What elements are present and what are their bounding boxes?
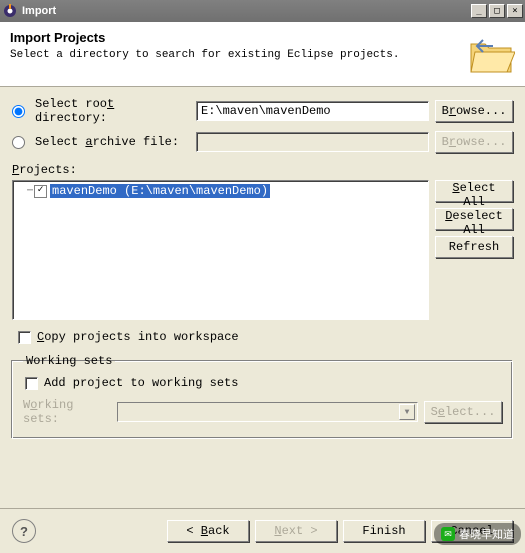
- working-sets-combo: ▼: [117, 402, 418, 422]
- select-working-sets-button: Select...: [424, 401, 502, 423]
- app-icon: [2, 3, 18, 19]
- working-sets-group: Working sets Add project to working sets…: [12, 354, 513, 439]
- browse-root-button[interactable]: Browse...: [435, 100, 513, 122]
- select-all-button[interactable]: Select All: [435, 180, 513, 202]
- root-directory-radio[interactable]: [12, 105, 25, 118]
- projects-tree[interactable]: ⋯ mavenDemo (E:\maven\mavenDemo): [12, 180, 429, 320]
- browse-archive-button: Browse...: [435, 131, 513, 153]
- chevron-down-icon: ▼: [399, 404, 415, 420]
- maximize-button[interactable]: □: [489, 4, 505, 18]
- archive-file-label: Select archive file:: [35, 135, 190, 149]
- help-button[interactable]: ?: [12, 519, 36, 543]
- working-sets-combo-label: Working sets:: [23, 398, 111, 426]
- add-working-set-label: Add project to working sets: [44, 376, 238, 390]
- working-sets-legend: Working sets: [23, 354, 115, 368]
- project-checkbox[interactable]: [34, 185, 47, 198]
- tree-expand-icon: ⋯: [27, 185, 32, 197]
- root-directory-input[interactable]: [196, 101, 429, 121]
- project-label[interactable]: mavenDemo (E:\maven\mavenDemo): [50, 184, 270, 198]
- finish-button[interactable]: Finish: [343, 520, 425, 542]
- window-title: Import: [22, 5, 469, 17]
- page-description: Select a directory to search for existin…: [10, 49, 457, 61]
- minimize-button[interactable]: _: [471, 4, 487, 18]
- copy-projects-checkbox[interactable]: [18, 331, 31, 344]
- cancel-button[interactable]: Cancel: [431, 520, 513, 542]
- wizard-footer: ? < Back Next > Finish Cancel: [0, 508, 525, 553]
- root-directory-label: Select root directory:: [35, 97, 190, 125]
- add-working-set-checkbox[interactable]: [25, 377, 38, 390]
- archive-file-input: [196, 132, 429, 152]
- copy-projects-label: Copy projects into workspace: [37, 330, 239, 344]
- wizard-header: Import Projects Select a directory to se…: [0, 22, 525, 87]
- archive-file-radio[interactable]: [12, 136, 25, 149]
- page-title: Import Projects: [10, 30, 457, 45]
- back-button[interactable]: < Back: [167, 520, 249, 542]
- next-button: Next >: [255, 520, 337, 542]
- projects-label: Projects:: [12, 163, 513, 177]
- title-bar: Import _ □ ×: [0, 0, 525, 22]
- refresh-button[interactable]: Refresh: [435, 236, 513, 258]
- close-button[interactable]: ×: [507, 4, 523, 18]
- import-folder-icon: [467, 30, 515, 78]
- tree-item[interactable]: ⋯ mavenDemo (E:\maven\mavenDemo): [15, 183, 426, 199]
- deselect-all-button[interactable]: Deselect All: [435, 208, 513, 230]
